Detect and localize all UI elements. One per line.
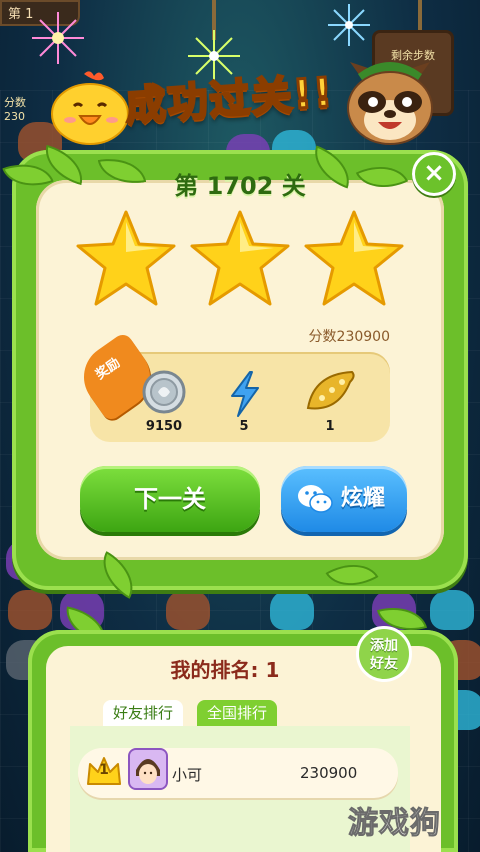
board-piece <box>270 590 314 630</box>
player-score: 230900 <box>300 764 358 782</box>
reward-item-lightning: 5 <box>214 368 274 434</box>
next-level-button[interactable]: 下一关 <box>80 466 260 532</box>
final-score: 分数230900 <box>308 329 390 345</box>
board-piece <box>8 590 52 630</box>
reward-count: 9150 <box>145 419 183 434</box>
share-button[interactable]: 炫耀 <box>281 466 407 532</box>
level-number-title: 第 1702 关 <box>174 172 306 200</box>
add-friend-label: 好友 <box>370 656 398 672</box>
firework-icon <box>328 4 370 46</box>
reward-count: 1 <box>325 419 335 434</box>
lightning-bolt-icon <box>231 371 259 417</box>
reward-item-bean: 1 <box>300 368 360 434</box>
board-piece <box>430 590 474 630</box>
chick-mascot-icon <box>51 71 129 145</box>
side-score-panel: 分数 230 <box>4 96 26 124</box>
reward-count: 5 <box>239 419 249 434</box>
tab-national-ranking[interactable]: 全国排行 <box>197 700 278 726</box>
side-score-value: 230 <box>4 110 25 123</box>
silver-coin-icon <box>142 370 186 414</box>
player-name: 小可 <box>172 766 203 784</box>
close-button[interactable]: × <box>412 152 456 196</box>
rope <box>418 0 422 32</box>
board-piece <box>166 590 210 630</box>
share-button-label: 炫耀 <box>341 486 386 511</box>
watermark-text: 游戏狗 <box>348 806 441 842</box>
side-score-label: 分数 <box>4 96 26 109</box>
player-avatar-icon <box>130 750 166 788</box>
rank-number: 1 <box>99 762 109 778</box>
avatar <box>128 748 168 790</box>
wechat-icon <box>298 485 333 513</box>
star-icon <box>304 210 404 306</box>
tab-friends-ranking[interactable]: 好友排行 <box>103 700 184 726</box>
firework-icon <box>32 12 84 64</box>
reward-item-coins: 9150 <box>134 368 194 434</box>
add-friend-button[interactable]: 添加 好友 <box>356 626 412 682</box>
add-friend-label: 添加 <box>370 638 398 654</box>
star-icon <box>190 210 290 306</box>
golden-bean-icon <box>306 370 355 410</box>
star-icon <box>76 210 176 306</box>
